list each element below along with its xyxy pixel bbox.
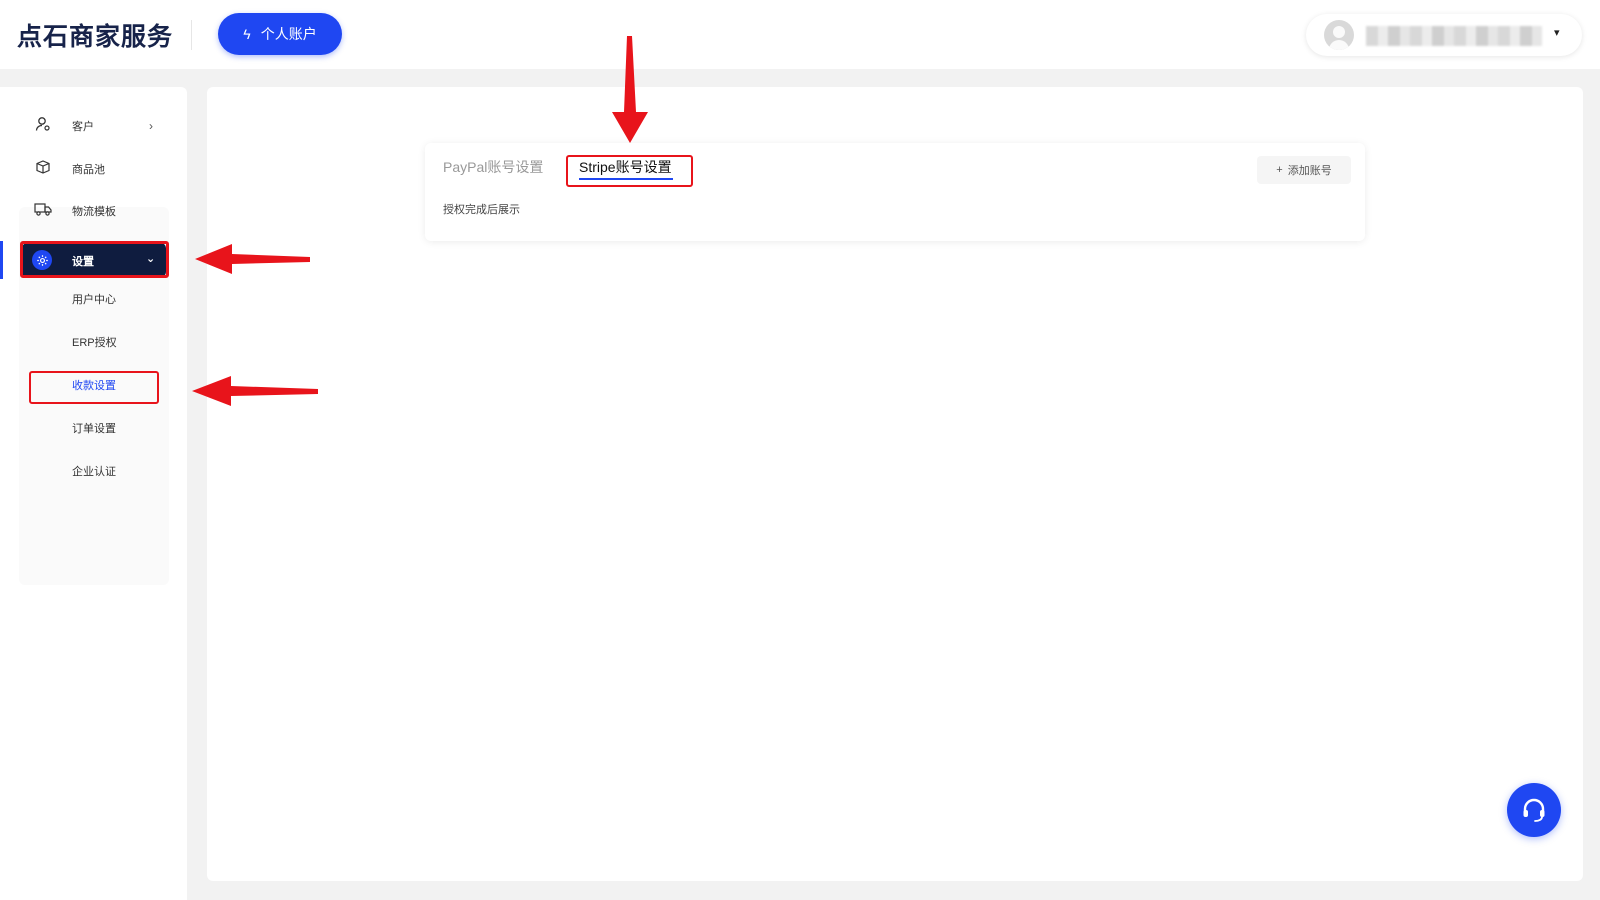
headset-icon [1523, 798, 1545, 822]
box-icon [34, 159, 52, 179]
active-indicator [0, 241, 3, 279]
lightning-icon: ϟ [243, 26, 251, 42]
truck-icon [34, 201, 52, 221]
tab-paypal-settings[interactable]: PayPal账号设置 [443, 157, 543, 177]
sidebar: 客户 › 商品池 物流模板 设置 ⌄ 用户中心 ERP授权 收款设置 订单设置 … [0, 87, 187, 900]
submenu-order-settings[interactable]: 订单设置 [72, 420, 116, 436]
sidebar-item-label: 商品池 [72, 164, 105, 176]
sidebar-item-shipping-template[interactable]: 物流模板 [0, 191, 187, 231]
app-logo: 点石商家服务 [17, 23, 174, 51]
sidebar-item-label: 客户 [72, 121, 94, 133]
sidebar-item-label: 物流模板 [72, 206, 116, 218]
submenu-user-center[interactable]: 用户中心 [72, 291, 116, 307]
submenu-enterprise-verification[interactable]: 企业认证 [72, 463, 116, 479]
chevron-right-icon: › [149, 119, 153, 133]
submenu-erp-authorization[interactable]: ERP授权 [72, 334, 117, 350]
top-header: 点石商家服务 ϟ 个人账户 ▾ [0, 0, 1600, 69]
sidebar-item-product-pool[interactable]: 商品池 [0, 149, 187, 189]
user-name-blurred [1366, 26, 1542, 46]
customer-support-button[interactable] [1507, 783, 1561, 837]
avatar [1324, 20, 1354, 50]
header-divider [191, 20, 192, 50]
authorization-note: 授权完成后展示 [443, 204, 520, 216]
personal-account-button[interactable]: ϟ 个人账户 [218, 13, 342, 55]
main-content: PayPal账号设置 Stripe账号设置 + 添加账号 授权完成后展示 [207, 87, 1583, 881]
caret-down-icon: ▾ [1554, 27, 1560, 39]
add-account-button[interactable]: + 添加账号 [1257, 156, 1351, 184]
personal-account-label: 个人账户 [260, 26, 317, 42]
sidebar-item-customers[interactable]: 客户 › [0, 106, 187, 146]
highlight-settings [20, 241, 169, 278]
add-account-label: 添加账号 [1287, 165, 1332, 177]
highlight-payment-settings [29, 371, 159, 404]
user-icon [34, 116, 52, 136]
user-menu[interactable]: ▾ [1306, 14, 1582, 56]
highlight-stripe-tab [566, 155, 693, 187]
plus-icon: + [1276, 164, 1283, 176]
